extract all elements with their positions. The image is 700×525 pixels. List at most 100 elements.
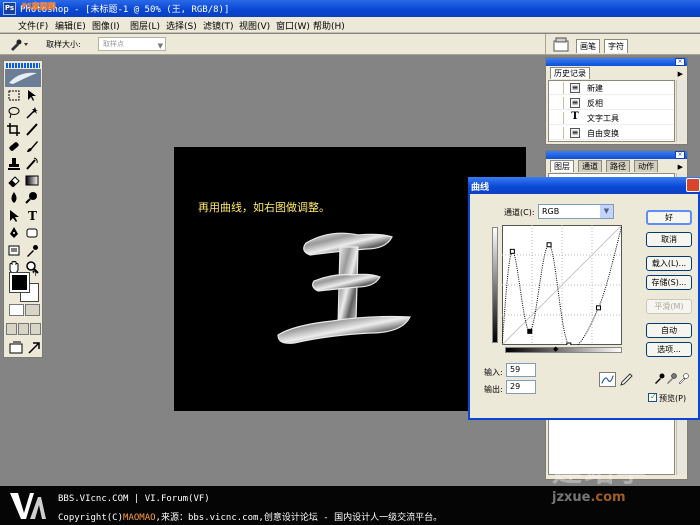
menu-view[interactable]: 视图(V) (239, 19, 270, 32)
eyedropper-tool[interactable] (24, 243, 40, 258)
channel-value: RGB (542, 207, 560, 216)
tab-actions[interactable]: 动作 (634, 160, 658, 172)
history-item[interactable]: ≡ 反相 (549, 96, 674, 110)
menu-layer[interactable]: 图层(L) (130, 19, 160, 32)
panel-title-bar[interactable] (546, 58, 687, 66)
black-point-eyedropper-icon[interactable] (655, 373, 665, 385)
pen-tool[interactable] (6, 225, 22, 240)
text-tool-icon: T (571, 111, 579, 122)
blur-tool[interactable] (6, 190, 22, 205)
preview-checkbox[interactable]: ✓ 预览(P) (648, 392, 686, 404)
history-source-checkbox[interactable] (551, 82, 564, 94)
pencil-icon[interactable] (619, 372, 633, 387)
menu-image[interactable]: 图像(I) (92, 19, 120, 32)
history-source-checkbox[interactable] (551, 127, 564, 139)
tab-history[interactable]: 历史记录 (550, 67, 590, 79)
history-item[interactable]: ≡ 新建 (549, 81, 674, 95)
white-point-eyedropper-icon[interactable] (678, 373, 689, 385)
clone-stamp-tool[interactable] (6, 156, 22, 171)
tab-layers[interactable]: 图层 (550, 160, 574, 172)
screen-mode-menu-button[interactable] (18, 323, 29, 335)
screen-mode-full-button[interactable] (30, 323, 41, 335)
curve-control-point[interactable] (527, 328, 533, 334)
palette-well-icon[interactable] (553, 37, 569, 52)
history-source-checkbox[interactable] (551, 112, 564, 124)
path-selection-tool[interactable] (6, 208, 22, 223)
curve-control-point[interactable] (566, 342, 572, 345)
crop-tool[interactable] (6, 122, 22, 137)
eyedropper-preset-icon[interactable] (8, 38, 30, 51)
options-button[interactable]: 选项... (646, 342, 692, 357)
checkbox-box[interactable]: ✓ (648, 392, 657, 402)
history-brush-tool[interactable] (24, 156, 40, 171)
healing-brush-tool[interactable] (6, 139, 22, 154)
standard-mode-button[interactable] (9, 304, 24, 316)
window-title-bar[interactable]: Ps Photoshop - [未标题-1 @ 50% (王, RGB/8)] (0, 0, 700, 17)
curve-edit-mode-button[interactable] (599, 372, 616, 387)
brush-tool[interactable] (24, 139, 40, 154)
screen-mode-standard-button[interactable] (6, 323, 17, 335)
foreground-color-swatch[interactable] (9, 272, 30, 293)
tab-paths[interactable]: 路径 (606, 160, 630, 172)
menu-bar: 文件(F) 编辑(E) 图像(I) 图层(L) 选择(S) 滤镜(T) 视图(V… (0, 17, 700, 33)
swap-colors-icon[interactable]: ↰ (31, 269, 38, 278)
marquee-tool[interactable] (6, 88, 22, 103)
curve-control-point[interactable] (546, 242, 552, 248)
curve-control-point[interactable] (509, 248, 515, 254)
ok-button[interactable]: 好 (646, 210, 692, 225)
input-field[interactable]: 59 (506, 363, 536, 377)
tab-channels[interactable]: 通道 (578, 160, 602, 172)
gray-point-eyedropper-icon[interactable] (667, 373, 677, 385)
curve-graph[interactable] (502, 225, 622, 345)
dialog-title[interactable]: 曲线 (468, 177, 700, 194)
tab-brushes[interactable]: 画笔 (576, 39, 600, 53)
options-bar: 取样大小: 取样点 ▼ 画笔 字符 (0, 34, 700, 55)
load-button[interactable]: 载入(L)... (646, 256, 692, 271)
output-field[interactable]: 29 (506, 380, 536, 394)
auto-button[interactable]: 自动 (646, 323, 692, 338)
close-icon[interactable]: × (675, 58, 685, 66)
channel-select[interactable]: RGB ▼ (538, 204, 614, 219)
panel-title-bar[interactable] (546, 151, 687, 159)
panel-menu-icon[interactable]: ▶ (678, 163, 683, 171)
menu-edit[interactable]: 编辑(E) (55, 19, 86, 32)
history-item[interactable]: ≡ 自由变换 (549, 126, 674, 140)
history-source-checkbox[interactable] (551, 97, 564, 109)
document-icon: ≡ (570, 83, 580, 93)
close-icon[interactable] (686, 178, 700, 192)
photoshop-feather-logo[interactable] (5, 69, 41, 87)
cancel-button[interactable]: 取消 (646, 232, 692, 247)
tab-character[interactable]: 字符 (604, 39, 628, 53)
type-tool[interactable]: T (24, 208, 40, 223)
menu-filter[interactable]: 滤镜(T) (203, 19, 234, 32)
notes-tool[interactable] (6, 243, 22, 258)
lasso-tool[interactable] (6, 105, 22, 120)
smooth-button[interactable]: 平滑(M) (646, 299, 692, 314)
gradient-toggle-icon[interactable]: ◆ (553, 345, 558, 353)
gradient-tool[interactable] (24, 173, 40, 188)
curve-control-point[interactable] (595, 305, 601, 311)
watermark-logo-text: 建站学 (552, 454, 648, 489)
imageready-icon[interactable] (26, 340, 42, 355)
menu-file[interactable]: 文件(F) (18, 19, 48, 32)
close-icon[interactable]: × (675, 151, 685, 159)
jump-to-imageready-icon[interactable] (8, 340, 24, 355)
quick-mask-button[interactable] (25, 304, 40, 316)
menu-help[interactable]: 帮助(H) (313, 19, 345, 32)
shape-tool[interactable] (24, 225, 40, 240)
magic-wand-tool[interactable] (24, 105, 40, 120)
panel-menu-icon[interactable]: ▶ (678, 70, 683, 78)
save-button[interactable]: 存储(S)... (646, 275, 692, 290)
history-item[interactable]: T 文字工具 (549, 111, 674, 125)
toolbox-grip[interactable] (6, 63, 40, 68)
output-label: 输出: (484, 385, 503, 394)
move-tool[interactable] (24, 88, 40, 103)
slice-tool[interactable] (24, 122, 40, 137)
menu-window[interactable]: 窗口(W) (276, 19, 310, 32)
history-scrollbar[interactable] (676, 80, 686, 142)
dodge-tool[interactable] (24, 190, 40, 205)
eraser-tool[interactable] (6, 173, 22, 188)
sample-size-value: 取样点 (103, 40, 124, 48)
menu-select[interactable]: 选择(S) (166, 19, 197, 32)
sample-size-select[interactable]: 取样点 ▼ (98, 37, 166, 51)
